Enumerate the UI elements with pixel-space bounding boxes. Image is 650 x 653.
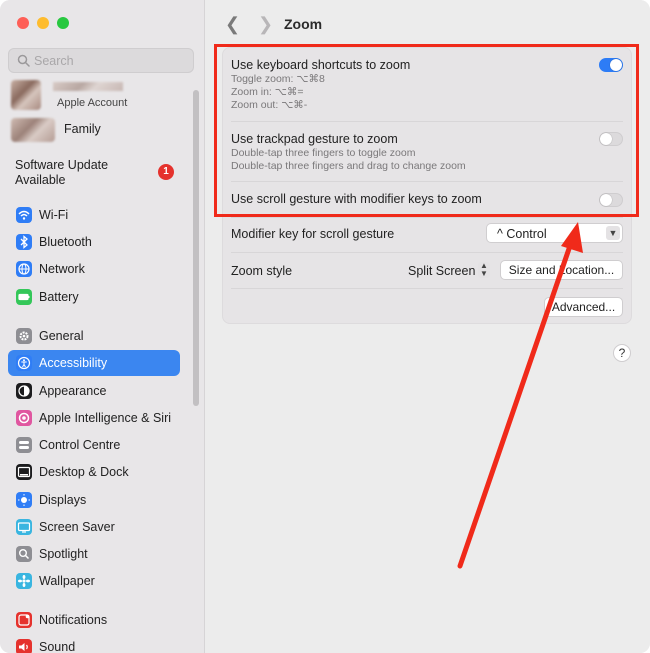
keyboard-shortcuts-toggle[interactable] xyxy=(599,58,623,72)
modifier-key-label: Modifier key for scroll gesture xyxy=(231,227,395,241)
wifi-icon xyxy=(16,207,32,223)
modifier-key-popup[interactable]: ^ Control ▼ xyxy=(486,223,623,243)
sidebar-item-label: Wi-Fi xyxy=(39,208,69,222)
sidebar-item-appearance[interactable]: Appearance xyxy=(8,378,180,404)
appearance-icon xyxy=(16,383,32,399)
family-item[interactable]: Family xyxy=(64,122,101,136)
sidebar-item-screen-saver[interactable]: Screen Saver xyxy=(8,514,180,540)
sidebar-item-displays[interactable]: Displays xyxy=(8,487,180,513)
toggle-knob xyxy=(600,194,612,206)
advanced-button[interactable]: Advanced... xyxy=(544,297,623,317)
sidebar-item-control-centre[interactable]: Control Centre xyxy=(8,432,180,458)
dock-icon xyxy=(16,464,32,480)
sidebar-item-label: Battery xyxy=(39,290,79,304)
sidebar-item-label: Apple Intelligence & Siri xyxy=(39,411,172,425)
sidebar-item-label: Accessibility xyxy=(39,356,108,370)
stepper-icon[interactable]: ▲ ▼ xyxy=(478,262,490,278)
toggle-zoom-shortcut: Toggle zoom: ⌥⌘8 xyxy=(231,73,325,85)
sidebar-item-bluetooth[interactable]: Bluetooth xyxy=(8,229,180,255)
zoom-out-shortcut: Zoom out: ⌥⌘- xyxy=(231,99,308,111)
apple-account-label: Apple Account xyxy=(57,97,128,109)
sidebar-item-label: Notifications xyxy=(39,613,108,627)
zoom-pane: ❮ ❯ Zoom Use keyboard shortcuts to zoom … xyxy=(205,0,650,653)
search-placeholder: Search xyxy=(34,54,74,68)
window-controls xyxy=(17,17,69,29)
globe-icon xyxy=(16,261,32,277)
display-icon xyxy=(16,492,32,508)
sound-icon xyxy=(16,639,32,653)
zoom-in-shortcut: Zoom in: ⌥⌘= xyxy=(231,86,304,98)
divider xyxy=(231,288,623,289)
settings-window: Search Apple Account Family Software Upd… xyxy=(0,0,650,653)
scroll-gesture-toggle[interactable] xyxy=(599,193,623,207)
sidebar-item-network[interactable]: Network xyxy=(8,256,180,282)
search-field[interactable]: Search xyxy=(8,48,194,73)
sidebar-item-wi-fi[interactable]: Wi-Fi xyxy=(8,202,180,228)
trackpad-line1: Double-tap three fingers to toggle zoom xyxy=(231,147,416,159)
screen-saver-icon xyxy=(16,519,32,535)
chevron-down-icon: ▼ xyxy=(606,226,620,240)
siri-icon xyxy=(16,410,32,426)
wallpaper-icon xyxy=(16,573,32,589)
account-name-blurred xyxy=(53,82,123,91)
sidebar-item-accessibility[interactable]: Accessibility xyxy=(8,350,180,376)
divider xyxy=(231,121,623,122)
sidebar-item-label: Control Centre xyxy=(39,438,121,452)
divider xyxy=(231,217,623,218)
bluetooth-icon xyxy=(16,234,32,250)
scroll-gesture-label: Use scroll gesture with modifier keys to… xyxy=(231,192,482,206)
software-update-item[interactable]: Software Update Available xyxy=(15,158,135,188)
trackpad-gesture-toggle[interactable] xyxy=(599,132,623,146)
sidebar-item-battery[interactable]: Battery xyxy=(8,284,180,310)
sidebar-item-label: General xyxy=(39,329,84,343)
page-title: Zoom xyxy=(284,16,323,32)
sidebar-item-label: Appearance xyxy=(39,384,107,398)
divider xyxy=(231,181,623,182)
sidebar: Search Apple Account Family Software Upd… xyxy=(0,0,205,653)
trackpad-gesture-label: Use trackpad gesture to zoom xyxy=(231,132,398,146)
keyboard-shortcuts-label: Use keyboard shortcuts to zoom xyxy=(231,58,411,72)
sidebar-item-apple-intelligence-siri[interactable]: Apple Intelligence & Siri xyxy=(8,405,180,431)
size-and-location-button[interactable]: Size and Location... xyxy=(500,260,623,280)
modifier-key-value: ^ Control xyxy=(497,227,547,241)
sidebar-item-wallpaper[interactable]: Wallpaper xyxy=(8,568,180,594)
sidebar-item-general[interactable]: General xyxy=(8,323,180,349)
toggle-knob xyxy=(600,133,612,145)
control-centre-icon xyxy=(16,437,32,453)
sidebar-item-desktop-dock[interactable]: Desktop & Dock xyxy=(8,459,180,485)
sidebar-item-label: Screen Saver xyxy=(39,520,115,534)
sidebar-item-notifications[interactable]: Notifications xyxy=(8,607,180,633)
zoom-window-button[interactable] xyxy=(57,17,69,29)
sidebar-scrollbar[interactable] xyxy=(193,90,199,406)
sidebar-item-label: Sound xyxy=(39,640,76,653)
notifications-icon xyxy=(16,612,32,628)
battery-icon xyxy=(16,289,32,305)
sidebar-item-label: Displays xyxy=(39,493,87,507)
family-avatar xyxy=(11,118,55,142)
sidebar-item-label: Desktop & Dock xyxy=(39,465,129,479)
zoom-style-value[interactable]: Split Screen xyxy=(408,264,475,278)
help-button[interactable]: ? xyxy=(613,344,631,362)
sidebar-item-label: Bluetooth xyxy=(39,235,92,249)
update-badge: 1 xyxy=(158,164,174,180)
divider xyxy=(231,252,623,253)
search-icon xyxy=(17,54,30,67)
accessibility-icon xyxy=(16,355,32,371)
back-button[interactable]: ❮ xyxy=(225,14,240,35)
apple-account-item[interactable]: Apple Account xyxy=(11,80,191,114)
toggle-knob xyxy=(610,59,622,71)
minimize-window-button[interactable] xyxy=(37,17,49,29)
forward-button[interactable]: ❯ xyxy=(258,14,273,35)
gear-icon xyxy=(16,328,32,344)
spotlight-icon xyxy=(16,546,32,562)
sidebar-item-label: Spotlight xyxy=(39,547,88,561)
sidebar-item-sound[interactable]: Sound xyxy=(8,634,180,653)
trackpad-line2: Double-tap three fingers and drag to cha… xyxy=(231,160,466,172)
sidebar-item-label: Wallpaper xyxy=(39,574,95,588)
avatar xyxy=(11,80,41,110)
sidebar-item-label: Network xyxy=(39,262,85,276)
close-window-button[interactable] xyxy=(17,17,29,29)
sidebar-item-spotlight[interactable]: Spotlight xyxy=(8,541,180,567)
zoom-style-label: Zoom style xyxy=(231,264,293,278)
